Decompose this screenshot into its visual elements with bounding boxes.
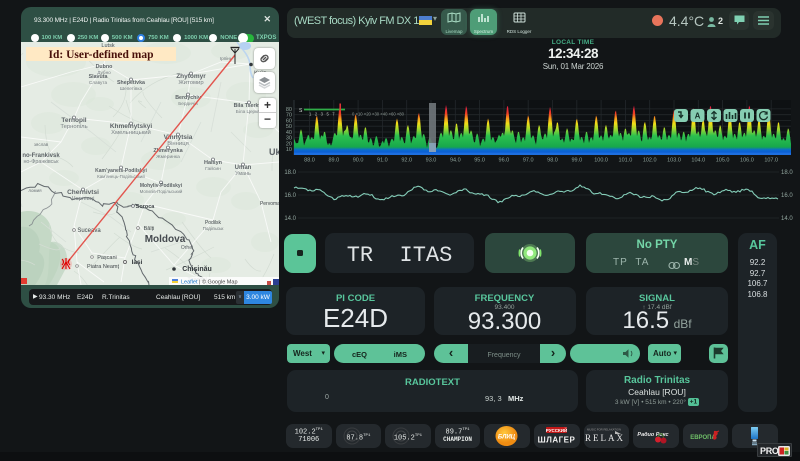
svg-text:Радио Рокс: Радио Рокс	[638, 432, 669, 438]
svg-text:16.0: 16.0	[284, 193, 296, 199]
svg-text:Soroca: Soroca	[136, 204, 156, 210]
svg-text:20: 20	[286, 142, 292, 148]
svg-text:70: 70	[286, 113, 292, 119]
svg-text:89.0: 89.0	[328, 158, 339, 164]
svg-text:Chernivtsi: Chernivtsi	[67, 189, 99, 196]
svg-text:94.0: 94.0	[450, 158, 461, 164]
svg-text:Хмельницький: Хмельницький	[111, 129, 151, 136]
svg-text:103.0: 103.0	[667, 158, 681, 164]
svg-text:60: 60	[286, 119, 292, 125]
svg-text:Pașcani: Pașcani	[97, 255, 117, 261]
svg-text:97.0: 97.0	[523, 158, 534, 164]
svg-text:Pervomaisk: Pervomaisk	[260, 201, 279, 207]
svg-text:18.0: 18.0	[781, 170, 793, 176]
svg-text:зяслав: зяслав	[34, 142, 49, 147]
svg-text:Подільськ: Подільськ	[203, 226, 224, 231]
svg-text:Suceava: Suceava	[77, 228, 101, 234]
svg-text:| © Google Map: | © Google Map	[199, 279, 238, 286]
svg-text:БЛИЦ: БЛИЦ	[498, 435, 516, 441]
svg-text:106.0: 106.0	[740, 158, 754, 164]
svg-text:Moldova: Moldova	[145, 234, 186, 245]
svg-text:Khmelnytskyi: Khmelnytskyi	[110, 123, 152, 130]
svg-text:Вінниця: Вінниця	[167, 141, 189, 147]
svg-text:но-Франківськ: но-Франківськ	[23, 159, 59, 165]
svg-text:Haisyn: Haisyn	[204, 160, 223, 166]
svg-text:1 2 3 5 7: 1 2 3 5 7	[309, 112, 335, 117]
svg-text:14.0: 14.0	[781, 216, 793, 222]
svg-text:0 ×10 ×20 ×30 ×40 ×60 ×80: 0 ×10 ×20 ×30 ×40 ×60 ×80	[352, 112, 405, 117]
svg-text:Bălți: Bălți	[144, 226, 155, 232]
svg-text:Тернопіль: Тернопіль	[60, 124, 87, 130]
svg-text:Id: User-defined map: Id: User-defined map	[49, 49, 154, 61]
svg-text:Orhei: Orhei	[181, 245, 193, 251]
svg-text:92.0: 92.0	[401, 158, 412, 164]
svg-text:104.0: 104.0	[691, 158, 705, 164]
svg-text:14.0: 14.0	[284, 216, 296, 222]
svg-text:96.0: 96.0	[499, 158, 510, 164]
svg-text:RELAX: RELAX	[585, 433, 625, 443]
svg-text:98.0: 98.0	[547, 158, 558, 164]
svg-text:Ternopil: Ternopil	[61, 117, 86, 124]
svg-text:93.0: 93.0	[426, 158, 437, 164]
svg-text:50: 50	[286, 124, 292, 130]
svg-text:Zhytomyr: Zhytomyr	[176, 73, 206, 80]
svg-text:ЕВРОПА: ЕВРОПА	[690, 435, 716, 441]
svg-text:Ukra: Ukra	[269, 147, 279, 157]
svg-text:ШЛАГЕР: ШЛАГЕР	[538, 436, 576, 445]
svg-text:РУССКИЙ: РУССКИЙ	[546, 426, 567, 433]
svg-text:Leaflet: Leaflet	[181, 280, 198, 286]
svg-text:Жмеринка: Жмеринка	[156, 154, 180, 160]
svg-text:10: 10	[286, 147, 292, 153]
svg-text:91.0: 91.0	[377, 158, 388, 164]
svg-text:102.0: 102.0	[643, 158, 657, 164]
svg-text:Славута: Славута	[89, 80, 108, 85]
svg-text:Гайсин: Гайсин	[205, 165, 221, 172]
svg-text:18.0: 18.0	[284, 170, 296, 176]
svg-text:Умань: Умань	[235, 171, 251, 177]
svg-text:30: 30	[286, 136, 292, 142]
svg-text:ломия: ломия	[28, 188, 42, 193]
svg-text:16.0: 16.0	[781, 193, 793, 199]
svg-text:105.0: 105.0	[716, 158, 730, 164]
svg-text:88.0: 88.0	[304, 158, 315, 164]
svg-text:99.0: 99.0	[571, 158, 582, 164]
svg-text:107.0: 107.0	[764, 158, 778, 164]
svg-text:80: 80	[286, 107, 292, 113]
svg-text:Chișinău: Chișinău	[182, 266, 212, 273]
svg-text:Житомир: Житомир	[178, 80, 204, 86]
svg-text:Шепетівка: Шепетівка	[120, 86, 143, 91]
svg-text:Iași: Iași	[132, 259, 143, 266]
svg-text:Чернівці: Чернівці	[72, 196, 95, 202]
svg-text:90.0: 90.0	[353, 158, 364, 164]
svg-text:100.0: 100.0	[594, 158, 608, 164]
svg-text:MUSIC FOR RELAXATION: MUSIC FOR RELAXATION	[587, 428, 621, 432]
svg-text:40: 40	[286, 130, 292, 136]
svg-text:Piatra Neamț: Piatra Neamț	[87, 264, 120, 270]
svg-text:Могилів-Подільський: Могилів-Подільський	[140, 189, 183, 194]
svg-text:95.0: 95.0	[474, 158, 485, 164]
svg-text:101.0: 101.0	[619, 158, 633, 164]
svg-text:A: A	[695, 112, 701, 121]
